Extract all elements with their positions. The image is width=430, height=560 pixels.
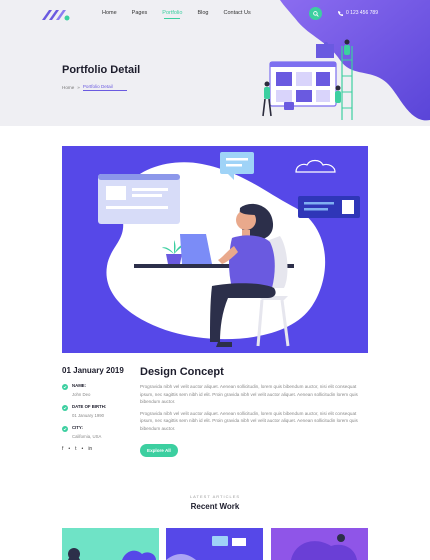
twitter-icon[interactable]: t [75,446,76,452]
brand-logo[interactable] [40,8,72,22]
check-circle-icon [62,425,68,432]
breadcrumb-separator: » [77,85,80,90]
meta-label: NAME: [72,383,87,388]
breadcrumb: Home » Portfolio Detail [62,84,127,91]
content-paragraph: Progravida nibh vel velit auctor aliquet… [140,410,358,431]
phone-number: 0 123 456 789 [346,10,378,16]
hero-puzzle-illustration [262,39,353,120]
nav-item-blog[interactable]: Blog [197,10,208,16]
facebook-icon[interactable]: f [62,446,63,452]
breadcrumb-current: Portfolio Detail [82,84,127,91]
nav-item-pages[interactable]: Pages [132,10,148,16]
linkedin-icon[interactable]: in [88,446,92,452]
meta-row-name: NAME: John Deo [62,383,132,397]
phone-contact[interactable]: 0 123 456 789 [338,10,378,16]
search-icon [312,10,319,17]
recent-work-kicker: LATEST ARTICLES [189,494,241,499]
meta-value: John Deo [72,392,91,397]
nav-item-contact-us[interactable]: Contact Us [223,10,250,16]
meta-value: California, USA [72,434,102,439]
nav-item-home[interactable]: Home [102,10,117,16]
explore-all-button[interactable]: Explore All [140,444,178,457]
check-circle-icon [62,404,68,411]
meta-row-date-of-birth: DATE OF BIRTH: 01 January 1990 [62,404,132,418]
page-title: Portfolio Detail [62,64,141,76]
hero-section: Home Pages Portfolio Blog Contact Us 0 1… [0,0,430,126]
breadcrumb-home[interactable]: Home [62,85,74,90]
meta-row-city: CITY: California, USA [62,425,132,439]
meta-value: 01 January 1990 [72,413,105,418]
content-title: Design Concept [140,366,224,378]
recent-work-card[interactable] [271,528,368,560]
nav-item-portfolio[interactable]: Portfolio [162,10,182,19]
social-links: f • t • in [62,446,132,452]
portfolio-detail-page: Home Pages Portfolio Blog Contact Us 0 1… [0,0,430,560]
portfolio-main-image [62,146,368,353]
meta-label: DATE OF BIRTH: [72,404,107,409]
portfolio-content: Design Concept Progravida nibh vel velit… [140,366,368,457]
meta-label: CITY: [72,425,83,430]
recent-work-title: Recent Work [190,502,240,511]
search-button[interactable] [309,7,322,20]
social-separator: • [68,446,71,452]
portfolio-meta: 01 January 2019 NAME: John Deo DATE OF B… [62,366,132,452]
check-circle-icon [62,383,68,390]
recent-work-card[interactable] [62,528,159,560]
phone-icon [338,10,343,16]
social-separator: • [81,446,84,452]
main-nav: Home Pages Portfolio Blog Contact Us [102,10,266,19]
project-date: 01 January 2019 [62,366,124,375]
content-paragraph: Progravida nibh vel velit auctor aliquet… [140,384,358,404]
recent-work-card[interactable] [166,528,263,560]
